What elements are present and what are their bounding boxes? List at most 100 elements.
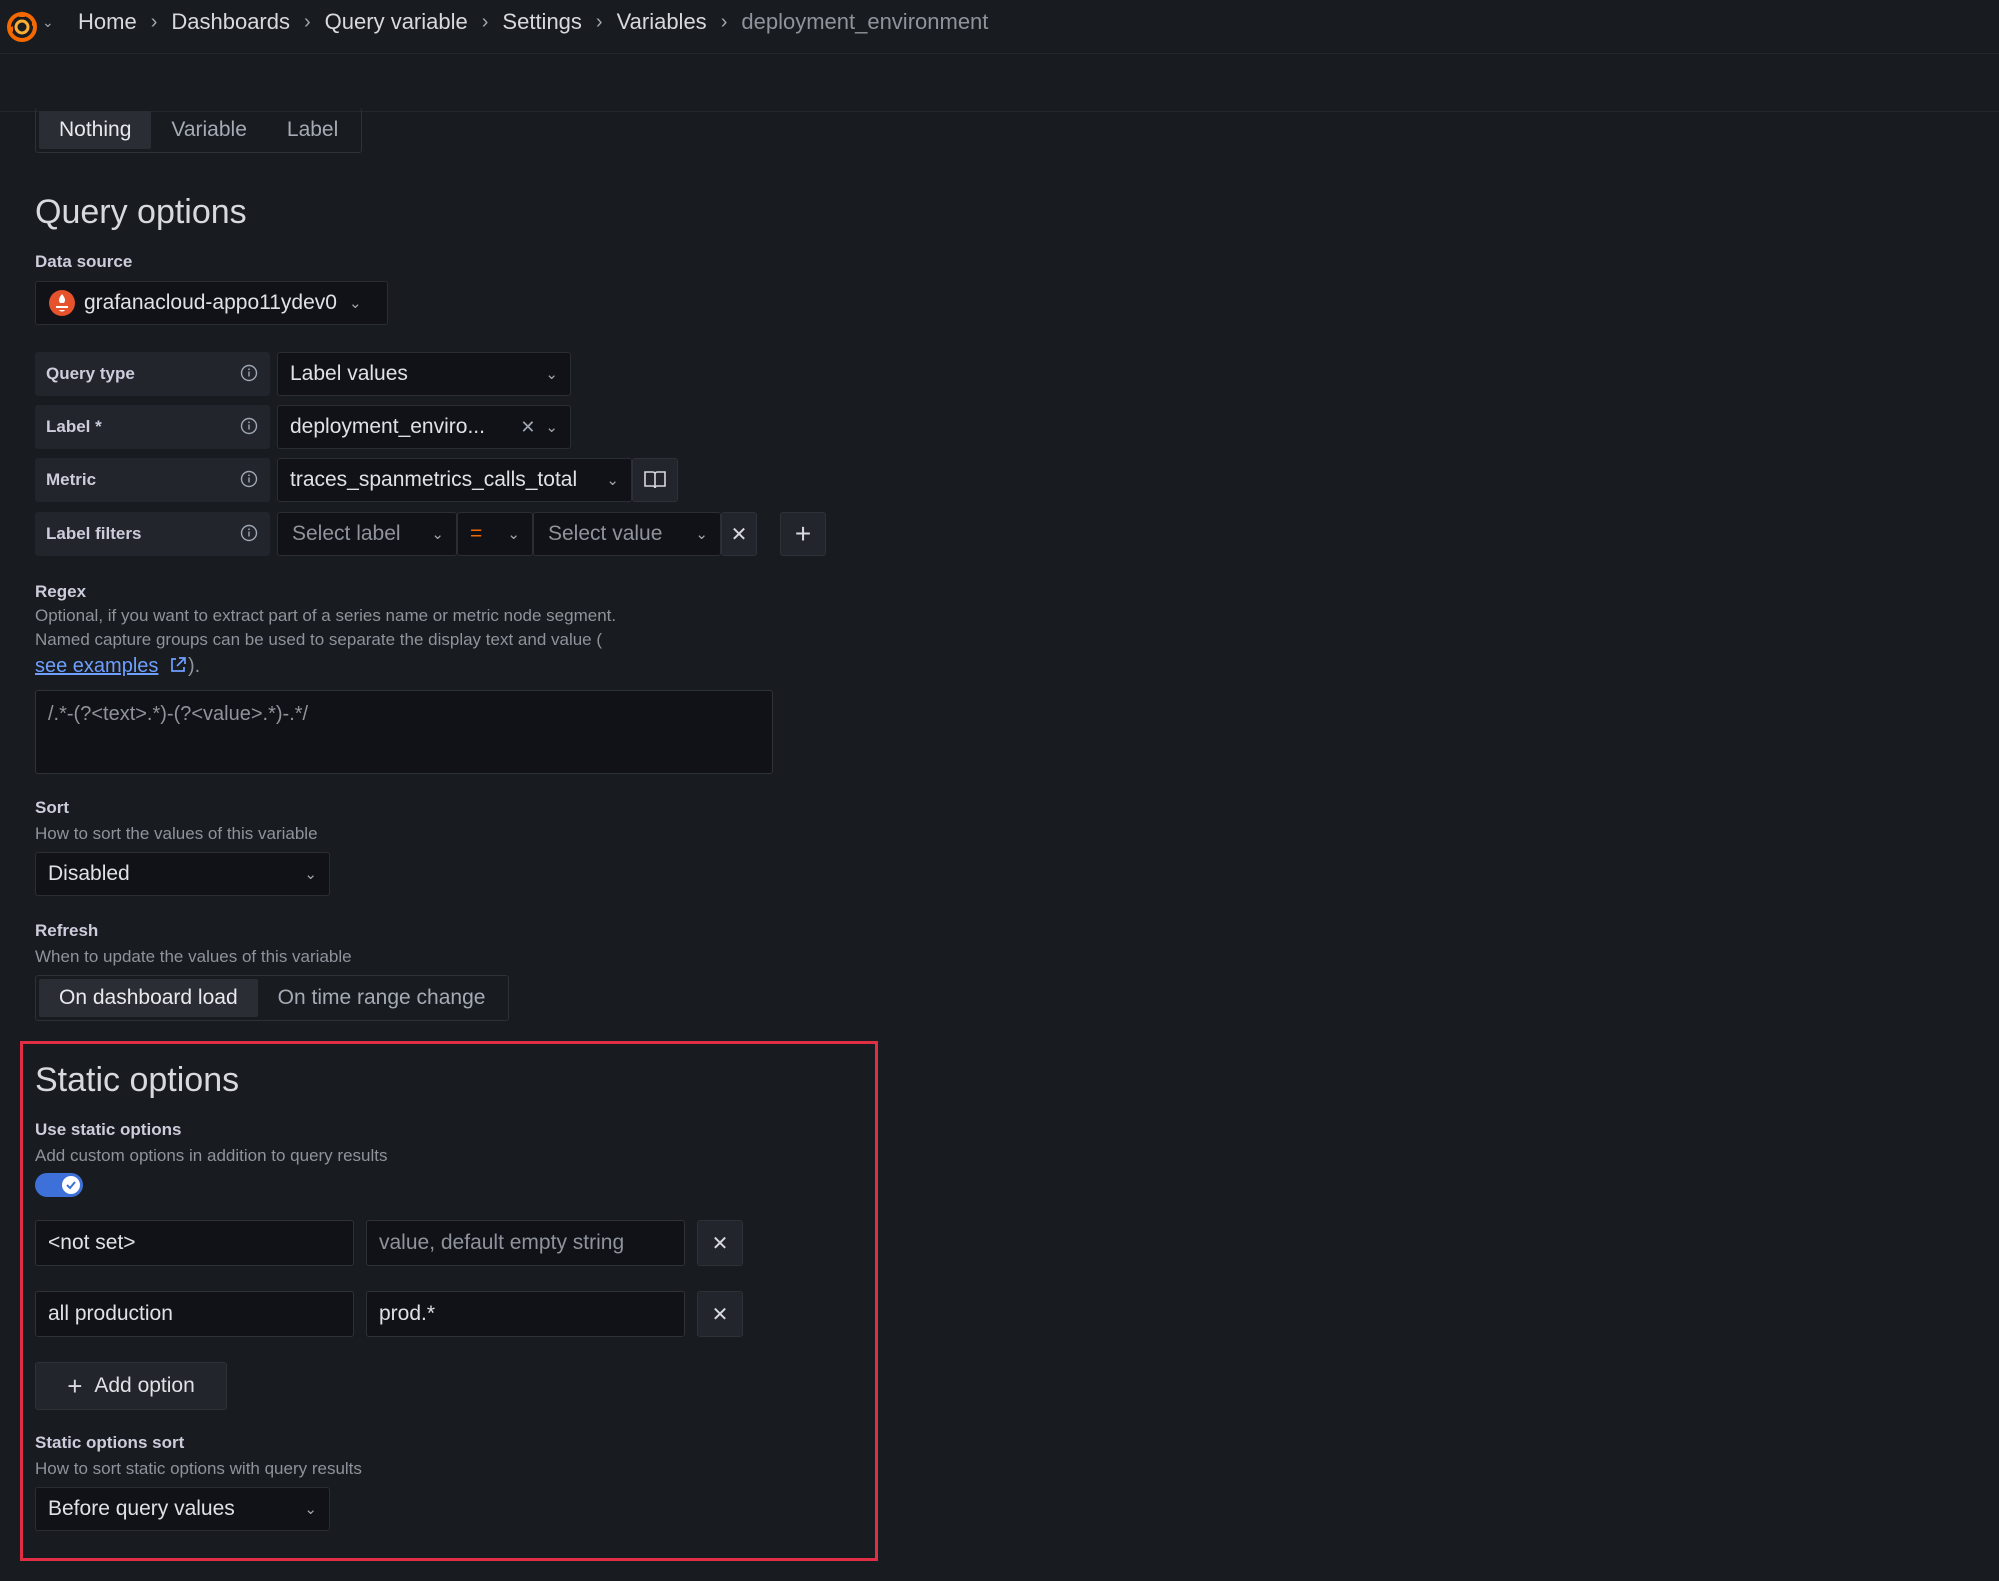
book-open-icon [644,471,666,489]
remove-static-option-button[interactable]: ✕ [697,1220,743,1266]
external-link-icon[interactable] [168,655,188,675]
chevron-down-icon: ⌄ [304,866,317,883]
radio-option-dashboard-load[interactable]: On dashboard load [39,979,258,1017]
regex-placeholder: /.*-(?<text>.*)-(?<value>.*)-.*/ [48,703,309,725]
clear-icon[interactable]: ✕ [520,417,535,438]
refresh-label: Refresh [35,921,99,940]
breadcrumb-dashboards[interactable]: Dashboards [171,9,290,35]
remove-static-option-button[interactable]: ✕ [697,1291,743,1337]
breadcrumb-home[interactable]: Home [78,9,137,35]
close-icon: ✕ [711,1232,729,1255]
chevron-down-icon: ⌄ [695,526,708,543]
static-option-value: prod.* [379,1302,436,1325]
check-icon [66,1181,76,1190]
static-option-value-input[interactable]: value, default empty string [366,1220,685,1266]
chevron-down-icon[interactable]: ⌄ [42,14,54,31]
static-options-toggle[interactable] [35,1173,83,1197]
breadcrumb-current: deployment_environment [741,9,989,34]
info-icon[interactable] [240,364,258,382]
chevron-down-icon: ⌄ [606,472,619,489]
remove-filter-button[interactable]: ✕ [721,512,757,556]
static-options-sort-value: Before query values [48,1497,235,1520]
refresh-radio-group: On dashboard load On time range change [35,975,510,1021]
sort-label: Sort [35,798,69,817]
metric-value: traces_spanmetrics_calls_total [290,468,578,491]
use-static-options-label: Use static options [35,1120,182,1139]
radio-option-label[interactable]: Label [267,111,358,149]
top-navbar: ⌄ Home › Dashboards › Query variable › S… [0,0,1999,54]
filter-value-select[interactable]: Select value ⌄ [533,512,721,556]
breadcrumb: Home › Dashboards › Query variable › Set… [78,9,988,35]
chevron-right-icon: › [595,10,603,33]
static-options-sort-label: Static options sort [35,1433,185,1452]
label-select[interactable]: deployment_enviro... ✕ ⌄ [277,405,571,449]
regex-label: Regex [35,582,87,601]
radio-option-nothing[interactable]: Nothing [39,111,152,149]
static-option-value-placeholder: value, default empty string [379,1231,625,1254]
filter-operator-select[interactable]: = ⌄ [457,512,533,556]
info-icon[interactable] [240,417,258,435]
info-icon[interactable] [240,470,258,488]
add-option-button[interactable]: + Add option [35,1362,227,1410]
refresh-description: When to update the values of this variab… [35,947,352,966]
static-option-text-value: all production [48,1302,173,1325]
label-filters-label: Label filters [35,512,270,556]
close-icon: ✕ [711,1303,729,1326]
data-source-picker[interactable]: grafanacloud-appo11ydev0 ⌄ [35,281,388,325]
metrics-explorer-button[interactable] [632,458,678,502]
toggle-knob [62,1176,80,1194]
sort-select[interactable]: Disabled ⌄ [35,852,330,896]
prometheus-icon [49,290,75,316]
query-options-heading: Query options [35,193,247,231]
radio-option-time-range-change[interactable]: On time range change [258,979,506,1017]
static-option-value-input[interactable]: prod.* [366,1291,685,1337]
chevron-down-icon: ⌄ [348,295,362,312]
chevron-down-icon: ⌄ [304,1501,317,1518]
query-type-label: Query type [35,352,270,396]
filter-value-placeholder: Select value [548,522,663,545]
label-field-label: Label * [35,405,270,449]
chevron-right-icon: › [304,10,311,33]
query-type-label-text: Query type [46,364,135,383]
add-option-label: Add option [94,1374,195,1397]
data-source-name: grafanacloud-appo11ydev0 [84,291,337,314]
radio-option-variable[interactable]: Variable [151,111,267,149]
chevron-down-icon: ⌄ [507,526,520,543]
regex-examples-suffix: ). [187,655,201,677]
chevron-down-icon: ⌄ [431,526,444,543]
static-option-text-value: <not set> [48,1231,136,1254]
info-icon[interactable] [240,524,258,542]
use-static-options-description: Add custom options in addition to query … [35,1146,388,1165]
metric-select[interactable]: traces_spanmetrics_calls_total ⌄ [277,458,632,502]
filter-label-placeholder: Select label [292,522,401,545]
label-filters-label-text: Label filters [46,524,142,543]
breadcrumb-query-variable[interactable]: Query variable [325,9,468,35]
query-type-select[interactable]: Label values ⌄ [277,352,571,396]
see-examples-link[interactable]: see examples [35,655,158,677]
static-options-heading: Static options [35,1061,240,1099]
plus-icon: + [794,518,812,549]
static-option-text-input[interactable]: all production [35,1291,354,1337]
breadcrumb-settings[interactable]: Settings [502,9,582,35]
regex-desc-line-2: Named capture groups can be used to sepa… [35,630,603,649]
add-filter-button[interactable]: + [780,512,826,556]
label-value: deployment_enviro... [290,415,485,438]
regex-textarea[interactable]: /.*-(?<text>.*)-(?<value>.*)-.*/ [35,690,773,774]
chevron-right-icon: › [481,10,489,33]
grafana-logo-icon[interactable] [4,9,40,45]
static-options-sort-select[interactable]: Before query values ⌄ [35,1487,330,1531]
filter-label-select[interactable]: Select label ⌄ [277,512,457,556]
filter-operator-value: = [470,522,483,545]
data-source-label: Data source [35,252,133,271]
metric-label: Metric [35,458,270,502]
sort-description: How to sort the values of this variable [35,824,318,843]
breadcrumb-variables[interactable]: Variables [617,9,707,35]
label-mode-radio-group: Nothing Variable Label [35,108,363,153]
chevron-down-icon: ⌄ [545,366,558,383]
chevron-right-icon: › [150,10,158,33]
static-option-text-input[interactable]: <not set> [35,1220,354,1266]
regex-description: Optional, if you want to extract part of… [35,604,616,652]
toolbar-strip [0,54,1999,112]
query-type-value: Label values [290,362,408,385]
sort-value: Disabled [48,862,130,885]
